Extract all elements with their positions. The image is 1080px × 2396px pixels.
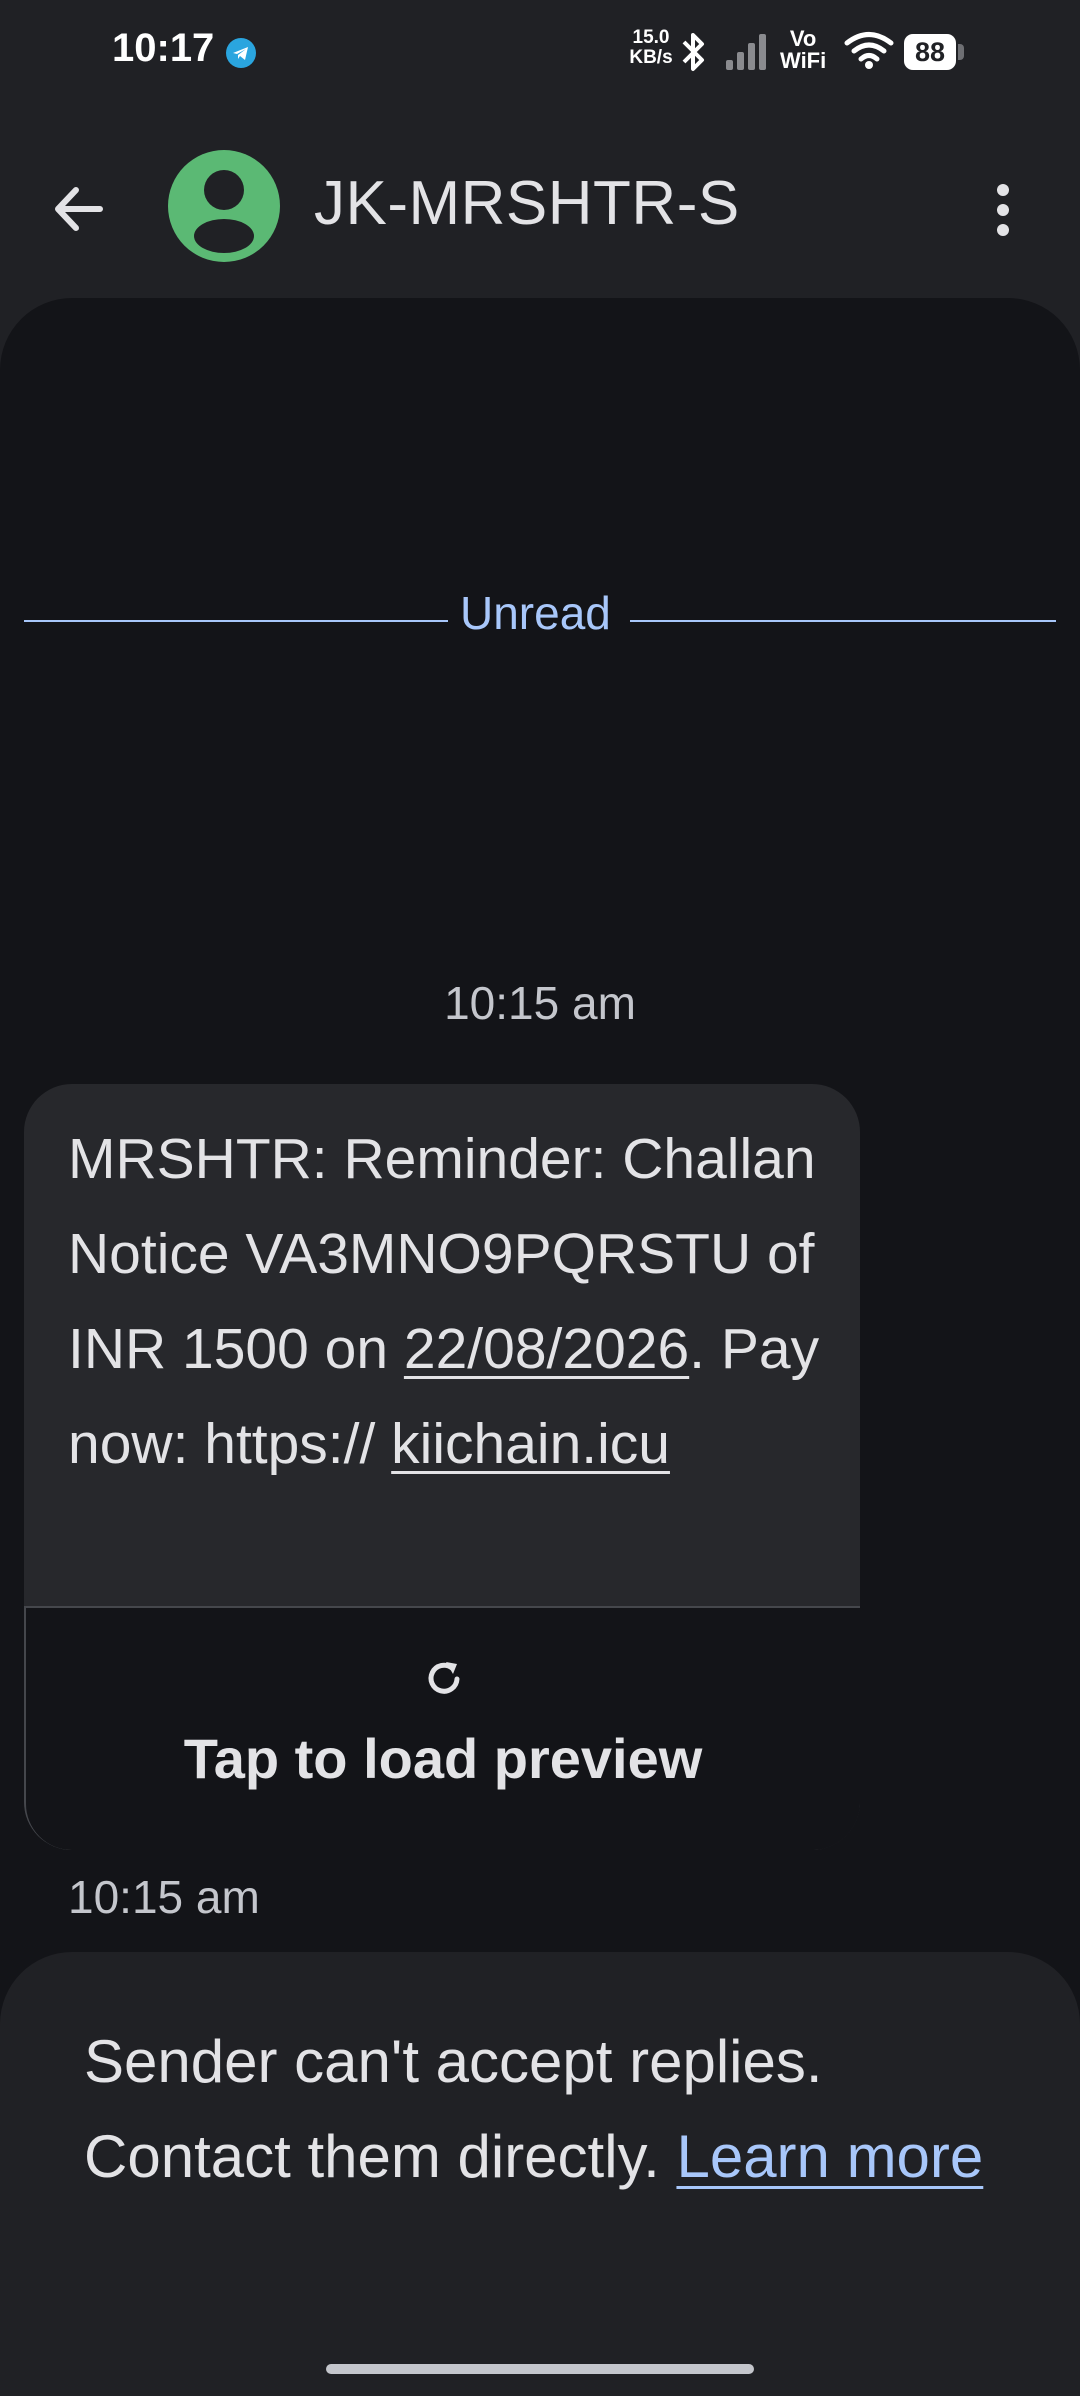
network-speed-value: 15.0	[632, 27, 670, 48]
date-header: 10:15 am	[444, 977, 636, 1029]
battery-indicator: 88	[904, 34, 956, 70]
status-time: 10:17	[112, 26, 215, 70]
contact-name[interactable]: JK-MRSHTR-S	[314, 168, 740, 239]
unread-divider-left	[24, 620, 448, 622]
message-url-link[interactable]: kiichain.icu	[391, 1412, 670, 1476]
cell-signal-icon	[724, 32, 770, 77]
message-timestamp: 10:15 am	[68, 1871, 260, 1923]
navigation-gesture-bar[interactable]	[326, 2364, 754, 2374]
back-button[interactable]	[44, 174, 114, 244]
bluetooth-icon	[676, 30, 712, 79]
vowifi-indicator: Vo WiFi	[780, 28, 826, 72]
more-options-button[interactable]	[978, 176, 1028, 246]
notice-text: Sender can't accept replies. Contact the…	[84, 2014, 984, 2204]
message-text: MRSHTR: Reminder: Challan Notice VA3MNO9…	[68, 1112, 848, 1492]
unread-divider-right	[630, 620, 1056, 622]
load-preview-label: Tap to load preview	[183, 1727, 703, 1790]
message-date-link[interactable]: 22/08/2026	[404, 1317, 689, 1381]
vowifi-bottom: WiFi	[780, 48, 827, 73]
arrow-back-icon	[55, 187, 103, 231]
contact-avatar[interactable]	[168, 150, 280, 262]
telegram-notification-icon	[226, 38, 256, 68]
vowifi-top: Vo	[789, 26, 817, 51]
learn-more-link[interactable]: Learn more	[676, 2123, 983, 2190]
network-speed-unit: KB/s	[629, 47, 673, 68]
message-bubble[interactable]: MRSHTR: Reminder: Challan Notice VA3MNO9…	[24, 1084, 860, 1850]
more-vert-icon	[997, 184, 1009, 236]
wifi-icon	[844, 30, 894, 75]
refresh-icon	[428, 1662, 460, 1694]
status-bar: 10:17 15.0 KB/s Vo WiFi 88	[0, 0, 1080, 110]
network-speed: 15.0 KB/s	[626, 28, 676, 68]
battery-tip	[958, 44, 964, 60]
person-icon	[194, 170, 254, 253]
link-preview-button[interactable]: Tap to load preview	[24, 1606, 860, 1850]
unread-divider-label: Unread	[460, 587, 611, 639]
conversation-header: JK-MRSHTR-S	[0, 110, 1080, 300]
reply-disabled-notice: Sender can't accept replies. Contact the…	[0, 1952, 1080, 2396]
